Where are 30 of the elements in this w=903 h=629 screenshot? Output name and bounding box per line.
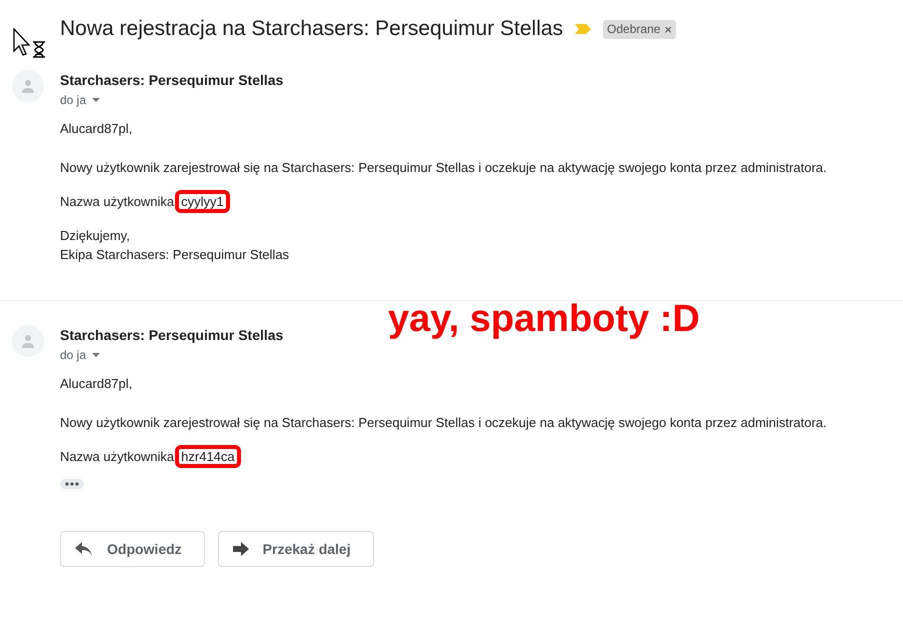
label-chip: Odebrane ×: [603, 20, 676, 38]
person-icon: [21, 334, 35, 348]
caret-icon: [92, 98, 100, 102]
dots-icon: [65, 482, 79, 486]
greeting: Alucard87pl,: [60, 375, 132, 393]
username-label: Nazwa użytkownika: [60, 449, 174, 464]
username-highlight: cyylyy1: [175, 190, 230, 213]
recipient-dropdown[interactable]: do ja: [60, 93, 100, 107]
person-icon: [21, 79, 35, 93]
recipient-dropdown[interactable]: do ja: [60, 348, 100, 362]
remove-label-button[interactable]: ×: [664, 22, 672, 36]
username-highlight: hzr414ca: [175, 445, 241, 468]
closing-line: Dziękujemy,: [60, 227, 130, 245]
signature: Ekipa Starchasers: Persequimur Stellas: [60, 246, 290, 264]
body-text: Nowy użytkownik zarejestrował się na Starchasers: Persequimur Stellas i oczekuje na aktywację swojego konta przez administratora.: [60, 414, 827, 432]
greeting: Alucard87pl,: [60, 120, 132, 138]
sender-name: Starchasers: Persequimur Stellas: [60, 327, 284, 343]
show-trimmed-button[interactable]: [60, 479, 84, 489]
forward-arrow-icon: [232, 542, 249, 556]
forward-button[interactable]: Przekaż dalej: [218, 531, 374, 567]
importance-marker-icon: [575, 24, 592, 34]
username-label: Nazwa użytkownika: [60, 194, 174, 209]
reply-icon: [75, 542, 93, 556]
reply-button[interactable]: Odpowiedz: [60, 531, 205, 567]
email-subject: Nowa rejestracja na Starchasers: Persequimur Stellas: [60, 17, 564, 41]
annotation-text: yay, spamboty :D: [388, 298, 700, 341]
sender-name: Starchasers: Persequimur Stellas: [60, 72, 284, 88]
busy-cursor-icon: [13, 28, 47, 58]
body-text: Nowy użytkownik zarejestrował się na Starchasers: Persequimur Stellas i oczekuje na aktywację swojego konta przez administratora.: [60, 159, 827, 177]
caret-icon: [92, 353, 100, 357]
